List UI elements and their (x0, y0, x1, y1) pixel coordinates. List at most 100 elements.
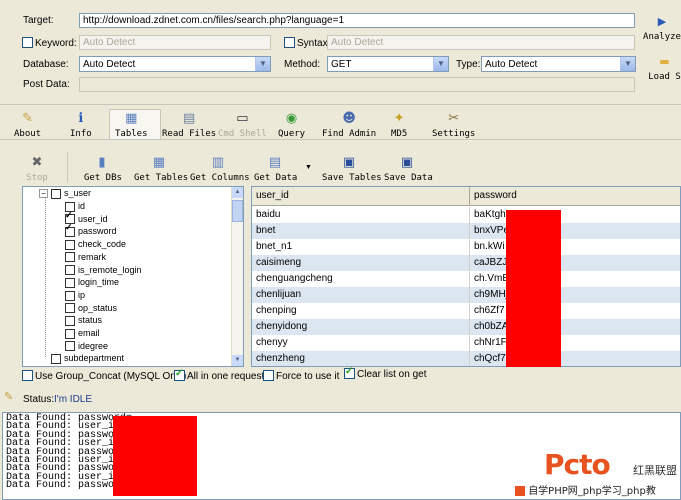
syntax-checkbox[interactable] (284, 37, 295, 48)
get-columns-button[interactable]: ▥ Get Columns (190, 155, 250, 183)
table-cell-password[interactable]: chNr1Fb (470, 335, 680, 351)
table-cell-user-id[interactable]: baidu (252, 207, 470, 223)
syntax-input[interactable]: Auto Detect (327, 35, 635, 50)
tree-column-checkbox[interactable] (65, 252, 75, 263)
keyword-checkbox[interactable] (22, 37, 33, 48)
table-cell-user-id[interactable]: chenzheng (252, 351, 470, 366)
tree-column-node[interactable]: remark (65, 252, 106, 265)
tree-column-checkbox[interactable] (65, 328, 75, 339)
table-cell-user-id[interactable]: caisimeng (252, 255, 470, 271)
tree-column-node[interactable]: ip (65, 290, 85, 303)
tree-column-node[interactable]: status (65, 315, 102, 328)
save-data-button[interactable]: ▣ Save Data (384, 155, 433, 183)
table-cell-user-id[interactable]: chenping (252, 303, 470, 319)
tree-column-checkbox[interactable] (65, 290, 75, 301)
tab-label: Tables (115, 129, 148, 139)
tree-column-node[interactable]: op_status (65, 303, 117, 316)
tab-cmd-shell[interactable]: ▭ Cmd Shell (218, 111, 267, 139)
table-cell-user-id[interactable]: chenlijuan (252, 287, 470, 303)
tab-about[interactable]: ✎ About (14, 111, 41, 139)
tab-md5[interactable]: ✦ MD5 (391, 111, 407, 139)
tree-column-checkbox[interactable] (65, 265, 75, 276)
tab-info[interactable]: ℹ Info (70, 111, 92, 139)
status-label: Status: (23, 394, 55, 405)
get-data-dropdown-arrow[interactable]: ▼ (305, 164, 312, 171)
table-cell-password[interactable]: ch9MHj (470, 287, 680, 303)
tab-query[interactable]: ◉ Query (278, 111, 305, 139)
tree-column-node[interactable]: is_remote_login (65, 265, 142, 278)
tree-column-checkbox[interactable] (65, 303, 75, 314)
all-in-one-checkbox[interactable] (174, 368, 185, 381)
table-cell-user-id[interactable]: chenyidong (252, 319, 470, 335)
settings-icon: ✂ (448, 111, 460, 126)
method-select[interactable]: GET ▼ (327, 56, 449, 72)
tab-bottom-line (0, 139, 681, 140)
target-input[interactable]: http://download.zdnet.com.cn/files/searc… (79, 13, 635, 28)
force-checkbox[interactable] (263, 370, 274, 381)
tree-parent-checkbox[interactable] (51, 188, 61, 199)
tree-column-node[interactable]: password (65, 226, 117, 239)
tree-column-node[interactable]: idegree (65, 341, 108, 354)
tree-scrollbar[interactable]: ▲ ▼ (231, 187, 243, 366)
tab-tables[interactable]: ▦ Tables (115, 111, 148, 139)
save-tables-button[interactable]: ▣ Save Tables (322, 155, 382, 183)
keyword-input[interactable]: Auto Detect (79, 35, 271, 50)
method-label: Method: (284, 59, 321, 70)
stop-button[interactable]: ✖ Stop (22, 155, 52, 183)
get-data-button[interactable]: ▤ Get Data (254, 155, 297, 183)
tree-column-checkbox[interactable] (65, 341, 75, 352)
tab-read-files[interactable]: ▤ Read Files (162, 111, 216, 139)
tree-column-label: check_code (78, 239, 127, 250)
tab-settings[interactable]: ✂ Settings (432, 111, 475, 139)
table-cell-password[interactable]: baKtgh (470, 207, 680, 223)
table-cell-password[interactable]: bnxVPe (470, 223, 680, 239)
table-cell-password[interactable]: ch6Zf7 (470, 303, 680, 319)
tree-column-checkbox[interactable] (65, 315, 75, 326)
get-tables-button[interactable]: ▦ Get Tables (134, 155, 188, 183)
tree-parent-node[interactable]: − s_user (39, 188, 91, 201)
get-dbs-button[interactable]: ▮ Get DBs (84, 155, 122, 183)
tab-find-admin[interactable]: ☻ Find Admin (322, 111, 376, 139)
scroll-thumb[interactable] (232, 200, 243, 222)
all-in-one-label: All in one request. (187, 371, 268, 382)
post-data-input[interactable] (79, 77, 635, 92)
tree-column-label: login_time (78, 277, 120, 288)
table-cell-user-id[interactable]: bnet (252, 223, 470, 239)
table-cell-password[interactable]: ch.VmE (470, 271, 680, 287)
tree-column-node[interactable]: check_code (65, 239, 126, 252)
tree-column-checkbox[interactable] (65, 277, 75, 288)
analyze-button[interactable]: ▶ Analyze (643, 14, 681, 42)
database-select[interactable]: Auto Detect ▼ (79, 56, 271, 72)
group-concat-checkbox[interactable] (22, 370, 33, 381)
table-cell-user-id[interactable]: chenguangcheng (252, 271, 470, 287)
group-concat-label: Use Group_Concat (MySQL Only) (35, 371, 187, 382)
status-value: I'm IDLE (54, 394, 93, 405)
tree-column-checkbox[interactable] (65, 239, 75, 250)
scroll-up-icon[interactable]: ▲ (232, 187, 243, 198)
type-select[interactable]: Auto Detect ▼ (481, 56, 636, 72)
force-label: Force to use it (276, 371, 340, 382)
analyze-label: Analyze (643, 32, 681, 42)
table-cell-user-id[interactable]: bnet_n1 (252, 239, 470, 255)
tree-sibling-node[interactable]: subdepartment (51, 353, 124, 366)
tree-column-node[interactable]: email (65, 328, 100, 341)
column-header-password[interactable]: password (470, 187, 680, 206)
md5-icon: ✦ (393, 111, 405, 126)
watermark-logo-glyphs: Pcto (544, 448, 611, 481)
tree-column-checkbox[interactable] (65, 227, 75, 238)
chevron-down-icon: ▼ (620, 57, 635, 71)
tree-column-node[interactable]: login_time (65, 277, 119, 290)
scroll-down-icon[interactable]: ▼ (232, 355, 243, 366)
table-cell-password[interactable]: ch0bZA (470, 319, 680, 335)
table-cell-password[interactable]: chQcf7 (470, 351, 680, 366)
table-cell-password[interactable]: bn.kWi (470, 239, 680, 255)
data-table[interactable]: user_id password baidu baKtgh bnet bnxVPe bn… (251, 186, 681, 367)
table-cell-password[interactable]: caJBZJC (470, 255, 680, 271)
log-redaction-block (113, 416, 197, 496)
tree-panel[interactable]: ▲ ▼ − s_user id user_id password check_coder… (22, 186, 244, 367)
clear-list-checkbox[interactable] (344, 366, 355, 379)
column-header-user-id[interactable]: user_id (252, 187, 470, 206)
load-button[interactable]: ▬ Load S (648, 54, 681, 82)
table-cell-user-id[interactable]: chenyy (252, 335, 470, 351)
tree-sibling-checkbox[interactable] (51, 353, 61, 364)
